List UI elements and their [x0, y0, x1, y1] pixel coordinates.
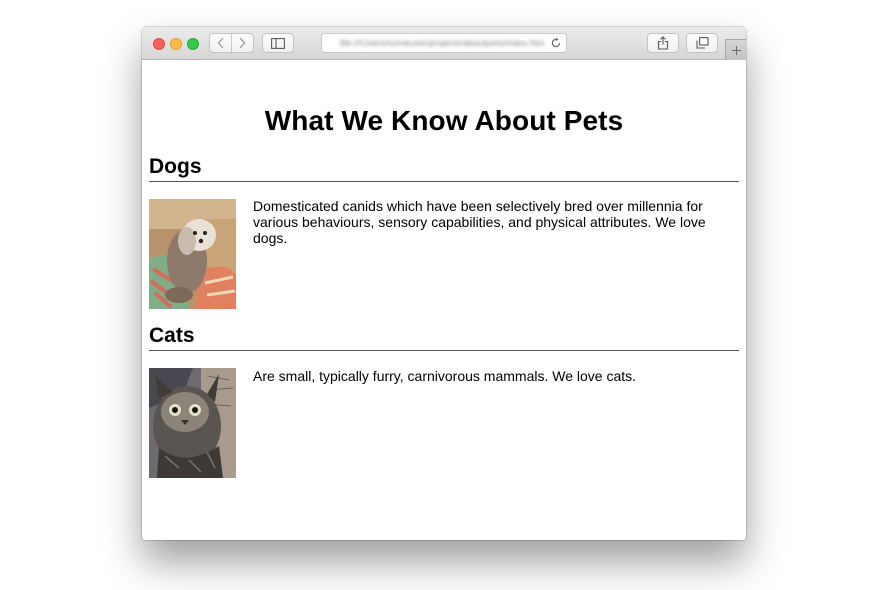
- browser-window: file:///Users/someuser/projects/aboutpet…: [142, 27, 746, 540]
- plus-icon: [731, 45, 741, 55]
- chevron-left-icon: [217, 37, 223, 49]
- share-button[interactable]: [647, 33, 679, 53]
- address-bar[interactable]: file:///Users/someuser/projects/aboutpet…: [321, 33, 567, 53]
- zoom-window-button[interactable]: [187, 38, 199, 50]
- section-heading-cats: Cats: [149, 323, 739, 351]
- forward-button[interactable]: [232, 34, 253, 52]
- tab-overview-icon: [695, 37, 709, 49]
- share-icon: [657, 36, 669, 50]
- section-heading-dogs: Dogs: [149, 154, 739, 182]
- page-title: What We Know About Pets: [264, 105, 624, 136]
- minimize-window-button[interactable]: [170, 38, 182, 50]
- reload-icon[interactable]: [550, 37, 562, 49]
- sidebar-icon: [271, 37, 285, 49]
- close-window-button[interactable]: [153, 38, 165, 50]
- dogs-description: Domesticated canids which have been sele…: [253, 198, 706, 246]
- browser-toolbar: file:///Users/someuser/projects/aboutpet…: [142, 27, 746, 60]
- tab-overview-button[interactable]: [686, 33, 718, 53]
- cats-description: Are small, typically furry, carnivorous …: [253, 368, 637, 384]
- cat-photo: [149, 368, 236, 478]
- back-button[interactable]: [210, 34, 231, 52]
- chevron-right-icon: [239, 37, 246, 49]
- navigation-buttons: [209, 33, 254, 53]
- url-text: file:///Users/someuser/projects/aboutpet…: [340, 38, 544, 48]
- page-content: What We Know About Pets Dogs Domesticate…: [142, 60, 746, 540]
- sidebar-button[interactable]: [262, 33, 294, 53]
- new-tab-button[interactable]: [725, 39, 746, 60]
- dog-photo: [149, 199, 236, 309]
